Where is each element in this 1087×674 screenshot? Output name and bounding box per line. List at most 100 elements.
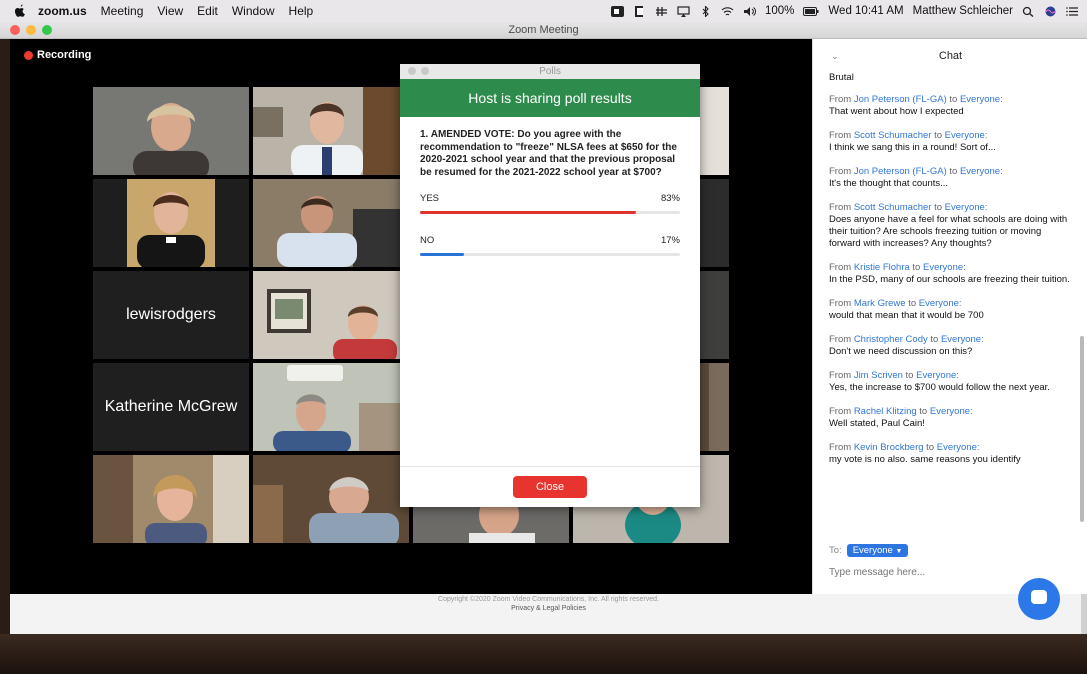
chat-message-text: Does anyone have a feel for what schools… bbox=[829, 214, 1068, 249]
slack-tray-icon[interactable] bbox=[655, 6, 668, 17]
chat-sender[interactable]: Kevin Brockberg bbox=[854, 442, 924, 453]
battery-percent: 100% bbox=[764, 5, 795, 17]
chat-message-text: Don't we need discussion on this? bbox=[829, 346, 973, 357]
wifi-icon[interactable] bbox=[721, 6, 734, 17]
chat-message-header: From Kristie Flohra to Everyone: bbox=[829, 262, 1074, 274]
chat-from-prefix: From bbox=[829, 298, 852, 309]
window-maximize-button[interactable] bbox=[42, 25, 52, 35]
chat-sender[interactable]: Mark Grewe bbox=[854, 298, 906, 309]
window-close-button[interactable] bbox=[10, 25, 20, 35]
recording-indicator[interactable]: Recording bbox=[24, 49, 91, 61]
volume-icon[interactable] bbox=[743, 6, 756, 17]
participant-name-tile[interactable]: lewisrodgers bbox=[93, 271, 249, 359]
participant-name-tile[interactable]: Katherine McGrew bbox=[93, 363, 249, 451]
poll-footer: Close bbox=[400, 466, 700, 507]
menu-edit[interactable]: Edit bbox=[197, 4, 218, 18]
caret-down-icon: ▼ bbox=[895, 548, 903, 555]
participant-name: lewisrodgers bbox=[126, 306, 216, 323]
chat-message-text: Well stated, Paul Cain! bbox=[829, 418, 925, 429]
chat-sender[interactable]: Kristie Flohra bbox=[854, 262, 910, 273]
menu-meeting[interactable]: Meeting bbox=[101, 4, 144, 18]
chat-sender[interactable]: Jon Peterson (FL-GA) bbox=[854, 94, 947, 105]
window-minimize-button[interactable] bbox=[26, 25, 36, 35]
recording-label: Recording bbox=[37, 49, 92, 61]
chat-message-text: would that mean that it would be 700 bbox=[829, 310, 984, 321]
video-tile[interactable] bbox=[253, 87, 409, 175]
menu-view[interactable]: View bbox=[157, 4, 183, 18]
chat-recipient: Everyone: bbox=[918, 298, 962, 309]
poll-titlebar[interactable]: Polls bbox=[400, 64, 700, 79]
zoom-tray-icon[interactable] bbox=[610, 5, 624, 17]
apple-icon[interactable] bbox=[14, 4, 26, 18]
chat-to-word: to bbox=[919, 406, 928, 417]
privacy-link[interactable]: Privacy & Legal Policies bbox=[10, 605, 1087, 612]
chat-message-input[interactable] bbox=[829, 567, 1069, 578]
chat-messages: From Jon Peterson (FL-GA) to Everyone: Th… bbox=[829, 94, 1074, 466]
support-chat-button[interactable] bbox=[1018, 578, 1060, 620]
clock[interactable]: Wed 10:41 AM bbox=[828, 5, 903, 17]
chat-from-prefix: From bbox=[829, 166, 852, 177]
chat-to-word: to bbox=[949, 94, 958, 105]
siri-icon[interactable] bbox=[1044, 6, 1057, 17]
poll-close-dot[interactable] bbox=[408, 67, 416, 75]
menu-window[interactable]: Window bbox=[232, 4, 275, 18]
chevron-down-icon[interactable]: ⌄ bbox=[831, 39, 839, 73]
menu-app-name[interactable]: zoom.us bbox=[38, 4, 87, 18]
window-title: Zoom Meeting bbox=[508, 24, 579, 36]
window-controls bbox=[10, 25, 52, 35]
chat-sender[interactable]: Rachel Klitzing bbox=[854, 406, 917, 417]
user-name[interactable]: Matthew Schleicher bbox=[913, 5, 1013, 17]
chat-recipient-dropdown[interactable]: Everyone ▼ bbox=[846, 544, 909, 557]
video-tile[interactable] bbox=[253, 179, 409, 267]
chat-recipient: Everyone: bbox=[923, 262, 966, 273]
video-tile[interactable] bbox=[93, 87, 249, 175]
chat-message: From Scott Schumacher to Everyone: Does a… bbox=[829, 202, 1074, 250]
chat-sender[interactable]: Jon Peterson (FL-GA) bbox=[854, 166, 947, 177]
menu-help[interactable]: Help bbox=[289, 4, 314, 18]
chat-message: From Kevin Brockberg to Everyone: my vote… bbox=[829, 442, 1074, 466]
chat-panel: ⌄ Chat Brutal From Jon Peterson (FL-GA) … bbox=[812, 39, 1087, 594]
chat-from-prefix: From bbox=[829, 406, 852, 417]
battery-icon[interactable] bbox=[803, 6, 819, 17]
chat-sender[interactable]: Scott Schumacher bbox=[854, 202, 932, 213]
notification-center-icon[interactable] bbox=[1066, 6, 1079, 17]
chat-message-header: From Jon Peterson (FL-GA) to Everyone: bbox=[829, 94, 1074, 106]
chat-message-text: Yes, the increase to $700 would follow t… bbox=[829, 382, 1050, 393]
airplay-icon[interactable] bbox=[677, 5, 690, 17]
page-scrollbar[interactable] bbox=[1081, 594, 1087, 634]
bluetooth-icon[interactable] bbox=[699, 5, 712, 17]
poll-window-controls bbox=[408, 67, 429, 75]
chat-to-word: to bbox=[912, 262, 921, 273]
chat-message: From Rachel Klitzing to Everyone: Well st… bbox=[829, 406, 1074, 430]
chat-recipient-value: Everyone bbox=[852, 545, 893, 556]
video-tile[interactable] bbox=[253, 363, 409, 451]
video-tile[interactable] bbox=[253, 455, 409, 543]
chat-to-word: to bbox=[934, 202, 943, 213]
poll-close-button[interactable]: Close bbox=[513, 476, 587, 498]
poll-option-label: NO bbox=[420, 235, 435, 246]
video-tile[interactable] bbox=[253, 271, 409, 359]
poll-minimize-dot[interactable] bbox=[421, 67, 429, 75]
spotlight-search-icon[interactable] bbox=[1022, 6, 1035, 17]
chat-message-list[interactable]: Brutal From Jon Peterson (FL-GA) to Ever… bbox=[829, 72, 1074, 478]
chat-recipient: Everyone: bbox=[959, 94, 1003, 105]
chat-message-header: From Mark Grewe to Everyone: bbox=[829, 298, 1074, 310]
chat-from-prefix: From bbox=[829, 130, 852, 141]
participant-video bbox=[253, 271, 409, 359]
document-tray-icon[interactable] bbox=[633, 5, 646, 17]
poll-result-bar bbox=[420, 211, 680, 214]
chat-from-prefix: From bbox=[829, 334, 852, 345]
recording-dot-icon bbox=[24, 50, 33, 60]
chat-scrollbar[interactable] bbox=[1080, 336, 1084, 522]
video-tile[interactable] bbox=[93, 179, 249, 267]
participant-video bbox=[93, 455, 249, 543]
chat-sender[interactable]: Scott Schumacher bbox=[854, 130, 932, 141]
chat-recipient: Everyone: bbox=[936, 442, 980, 453]
chat-sender[interactable]: Christopher Cody bbox=[854, 334, 928, 345]
poll-question: 1. AMENDED VOTE: Do you agree with the r… bbox=[420, 129, 677, 178]
chat-message-text: I think we sang this in a round! Sort of… bbox=[829, 142, 996, 153]
chat-message-text: It's the thought that counts... bbox=[829, 178, 949, 189]
video-tile[interactable] bbox=[93, 455, 249, 543]
participant-video bbox=[93, 179, 249, 267]
chat-sender[interactable]: Jim Scriven bbox=[854, 370, 903, 381]
